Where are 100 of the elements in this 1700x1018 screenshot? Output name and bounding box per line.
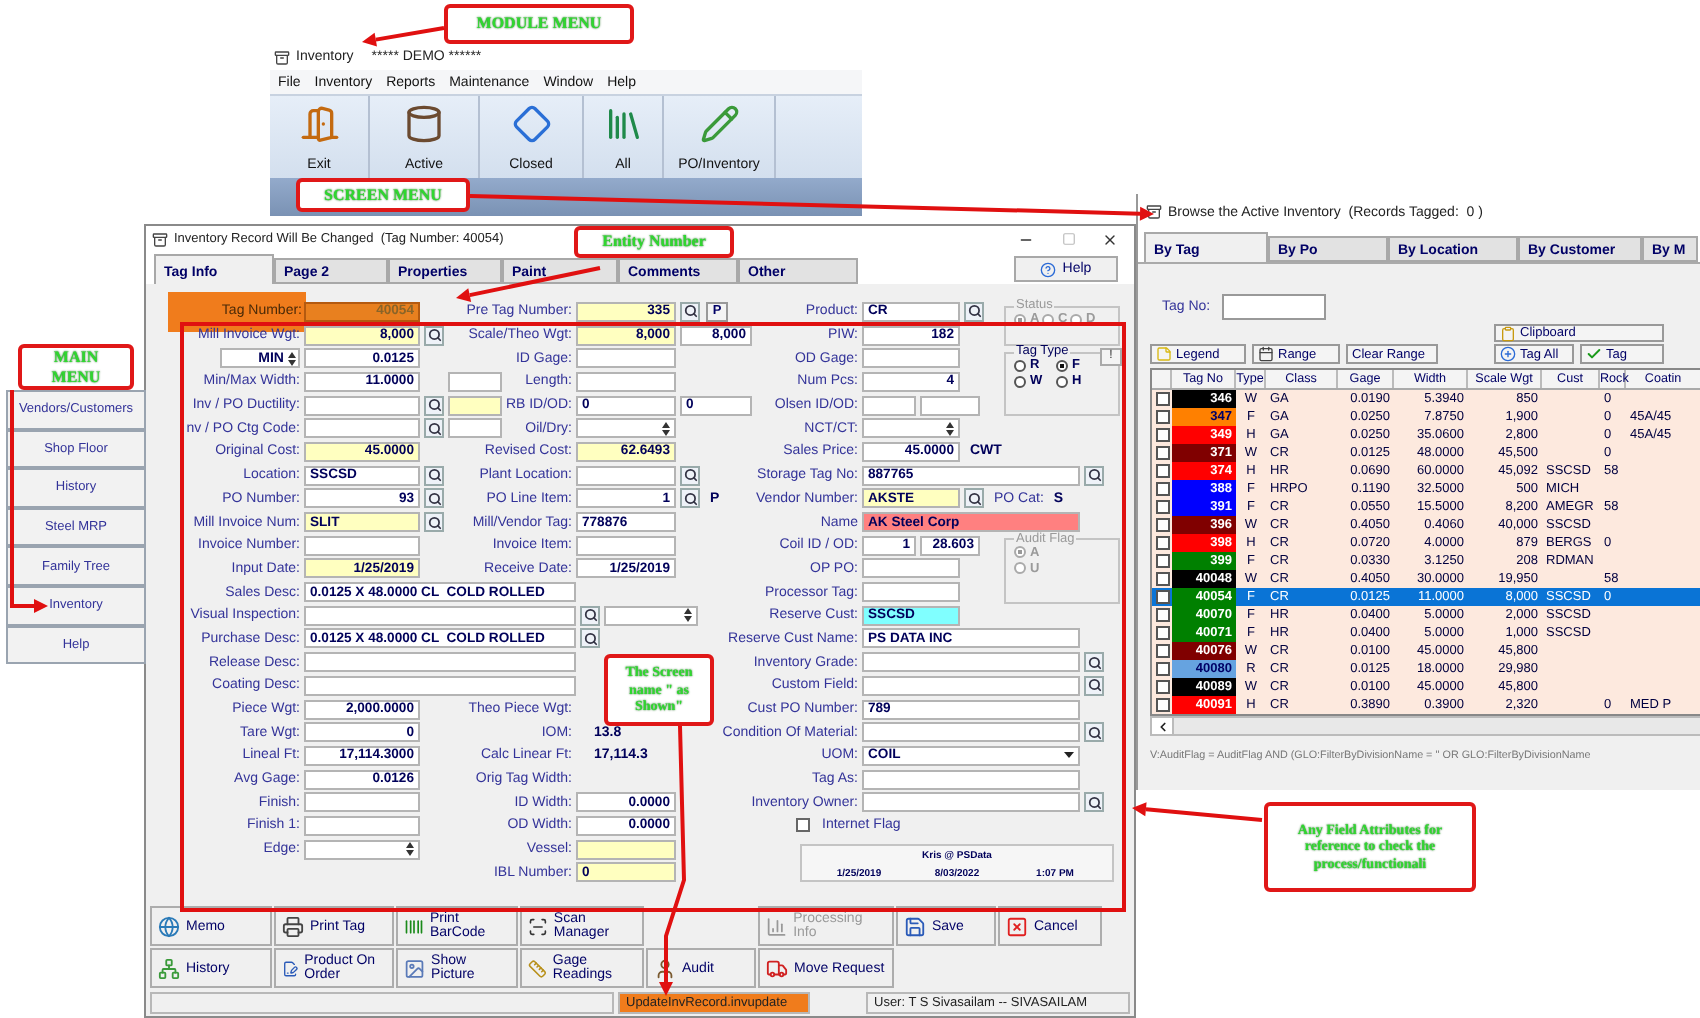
input-field[interactable] xyxy=(862,348,960,369)
row-checkbox[interactable] xyxy=(1156,662,1170,676)
lookup-button[interactable] xyxy=(580,605,600,626)
input-field[interactable] xyxy=(576,348,676,369)
input-field[interactable] xyxy=(304,792,420,813)
callout-text: SCREEN MENU xyxy=(324,185,442,205)
scanner-icon xyxy=(528,915,548,937)
search-icon xyxy=(1087,725,1101,740)
row-checkbox[interactable] xyxy=(1156,500,1170,514)
input-field[interactable] xyxy=(862,558,960,579)
input-field[interactable] xyxy=(304,815,420,836)
row-checkbox[interactable] xyxy=(1156,608,1170,622)
search-icon xyxy=(583,631,597,646)
help-icon xyxy=(1040,261,1057,277)
spin-arrows-icon[interactable] xyxy=(684,608,692,623)
lookup-button[interactable] xyxy=(964,301,984,322)
spin-arrows-icon[interactable] xyxy=(946,421,954,436)
row-checkbox[interactable] xyxy=(1156,554,1170,568)
input-field[interactable] xyxy=(576,839,676,860)
lookup-button[interactable] xyxy=(424,512,444,533)
radio-button[interactable] xyxy=(1014,375,1026,388)
scroll-left-button[interactable] xyxy=(1152,718,1174,734)
row-checkbox[interactable] xyxy=(1156,698,1170,712)
search-icon xyxy=(1087,795,1101,810)
row-checkbox[interactable] xyxy=(1156,428,1170,442)
input-field[interactable] xyxy=(304,605,576,626)
radio-button[interactable] xyxy=(1014,359,1026,372)
row-checkbox[interactable] xyxy=(1156,590,1170,604)
search-icon xyxy=(1087,655,1101,670)
search-icon xyxy=(427,491,441,506)
input-field[interactable] xyxy=(862,722,1080,743)
input-field[interactable] xyxy=(862,769,1080,790)
lookup-button[interactable] xyxy=(1084,792,1104,813)
search-icon xyxy=(1087,678,1101,693)
search-icon xyxy=(427,515,441,530)
spin-field[interactable] xyxy=(604,605,698,626)
input-field[interactable] xyxy=(862,395,916,416)
clipboard-icon xyxy=(1500,325,1516,341)
spin-arrows-icon[interactable] xyxy=(662,421,670,436)
document-pen-icon xyxy=(282,957,299,979)
close-icon xyxy=(1102,231,1118,247)
row-checkbox[interactable] xyxy=(1156,626,1170,640)
spin-field[interactable] xyxy=(576,418,676,439)
search-icon xyxy=(967,491,981,506)
lookup-button[interactable] xyxy=(1084,465,1104,486)
input-field[interactable] xyxy=(1222,293,1327,319)
input-field[interactable] xyxy=(304,652,576,673)
radio-button[interactable] xyxy=(1056,375,1068,388)
lookup-button[interactable] xyxy=(424,465,444,486)
spin-arrows-icon[interactable] xyxy=(406,842,414,857)
input-field[interactable] xyxy=(862,792,1080,813)
lookup-button[interactable] xyxy=(424,325,444,346)
lookup-button[interactable] xyxy=(424,395,444,416)
input-field[interactable] xyxy=(920,395,980,416)
input-field[interactable] xyxy=(304,418,420,439)
row-checkbox[interactable] xyxy=(1156,680,1170,694)
lookup-button[interactable] xyxy=(1084,722,1104,743)
spin-field[interactable] xyxy=(304,839,420,860)
lookup-button[interactable] xyxy=(1084,675,1104,696)
input-field[interactable] xyxy=(448,418,502,439)
input-field[interactable] xyxy=(576,371,676,392)
input-field[interactable] xyxy=(576,465,676,486)
lookup-button[interactable] xyxy=(680,488,700,509)
spin-field[interactable] xyxy=(862,418,960,439)
row-checkbox[interactable] xyxy=(1156,482,1170,496)
lookup-button[interactable] xyxy=(424,488,444,509)
checkbox[interactable] xyxy=(796,818,810,833)
input-field[interactable] xyxy=(576,535,676,556)
row-checkbox[interactable] xyxy=(1156,572,1170,586)
books-icon xyxy=(603,104,643,144)
input-field[interactable] xyxy=(304,395,420,416)
row-checkbox[interactable] xyxy=(1156,464,1170,478)
row-checkbox[interactable] xyxy=(1156,536,1170,550)
input-field[interactable] xyxy=(304,675,576,696)
input-field[interactable] xyxy=(862,652,1080,673)
row-checkbox[interactable] xyxy=(1156,392,1170,406)
input-field[interactable] xyxy=(304,535,420,556)
ruler-icon xyxy=(528,957,547,979)
row-checkbox[interactable] xyxy=(1156,410,1170,424)
lookup-button[interactable] xyxy=(964,488,984,509)
picture-icon xyxy=(404,957,426,979)
input-field[interactable] xyxy=(448,371,502,392)
row-checkbox[interactable] xyxy=(1156,518,1170,532)
spin-arrows-icon[interactable] xyxy=(288,351,296,366)
input-field[interactable] xyxy=(862,582,960,603)
lookup-button[interactable] xyxy=(680,301,700,322)
lookup-button[interactable] xyxy=(1084,652,1104,673)
lookup-button[interactable] xyxy=(580,628,600,649)
radio-button[interactable] xyxy=(1056,359,1068,372)
row-checkbox[interactable] xyxy=(1156,446,1170,460)
input-field[interactable] xyxy=(448,395,502,416)
row-checkbox[interactable] xyxy=(1156,644,1170,658)
search-icon xyxy=(683,491,697,506)
lookup-button[interactable] xyxy=(424,418,444,439)
horizontal-scrollbar[interactable] xyxy=(1150,716,1700,736)
pencil-icon xyxy=(699,104,739,144)
calendar-icon xyxy=(1258,346,1274,362)
lookup-button[interactable] xyxy=(680,465,700,486)
dropdown-arrow-icon[interactable] xyxy=(1064,752,1074,759)
input-field[interactable] xyxy=(862,675,1080,696)
